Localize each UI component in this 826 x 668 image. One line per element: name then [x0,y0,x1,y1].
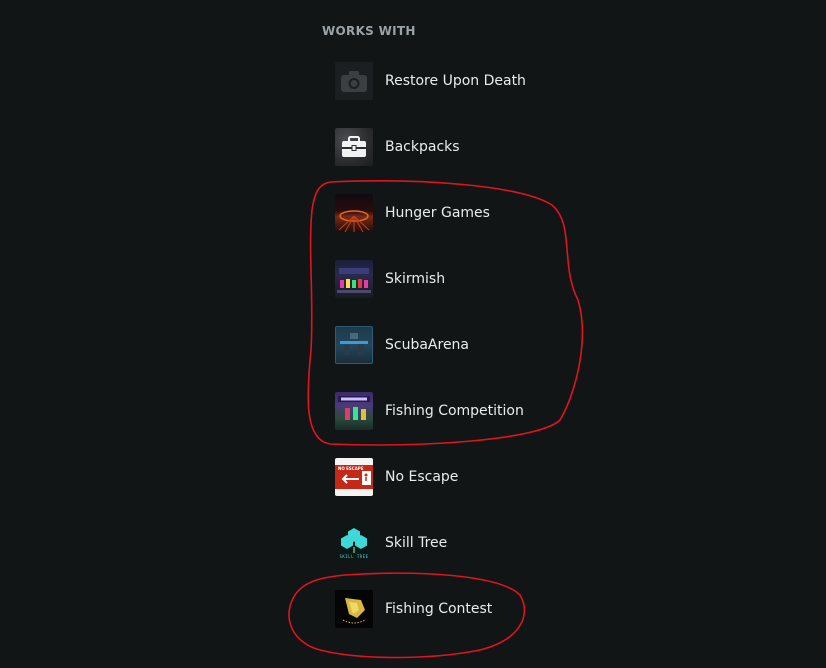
list-item-no-escape[interactable]: NO ESCAPE No Escape [335,458,595,496]
camera-icon [335,62,373,100]
item-label: Skirmish [385,271,446,287]
item-label: Fishing Competition [385,403,524,419]
item-label: ScubaArena [385,337,470,353]
skirmish-thumbnail [335,260,373,298]
item-label: Hunger Games [385,205,490,221]
no-escape-thumbnail: NO ESCAPE [335,458,373,496]
fishing-contest-thumbnail [335,590,373,628]
list-item-scuba-arena[interactable]: ScubaArena [335,326,595,364]
list-item-hunger-games[interactable]: Hunger Games [335,194,595,232]
list-item-restore-upon-death[interactable]: Restore Upon Death [335,62,595,100]
section-title: WORKS WITH [322,24,416,38]
scuba-arena-thumbnail [335,326,373,364]
fishing-competition-thumbnail [335,392,373,430]
skill-tree-thumbnail: SKILL TREE [335,524,373,562]
item-label: Backpacks [385,139,460,155]
list-item-backpacks[interactable]: Backpacks [335,128,595,166]
list-item-skirmish[interactable]: Skirmish [335,260,595,298]
item-label: Fishing Contest [385,601,493,617]
hunger-games-thumbnail [335,194,373,232]
item-label: Restore Upon Death [385,73,526,89]
backpack-icon [335,128,373,166]
list-item-fishing-competition[interactable]: Fishing Competition [335,392,595,430]
item-label: Skill Tree [385,535,448,551]
list-item-skill-tree[interactable]: SKILL TREE Skill Tree [335,524,595,562]
item-label: No Escape [385,469,459,485]
list-item-fishing-contest[interactable]: Fishing Contest [335,590,595,628]
